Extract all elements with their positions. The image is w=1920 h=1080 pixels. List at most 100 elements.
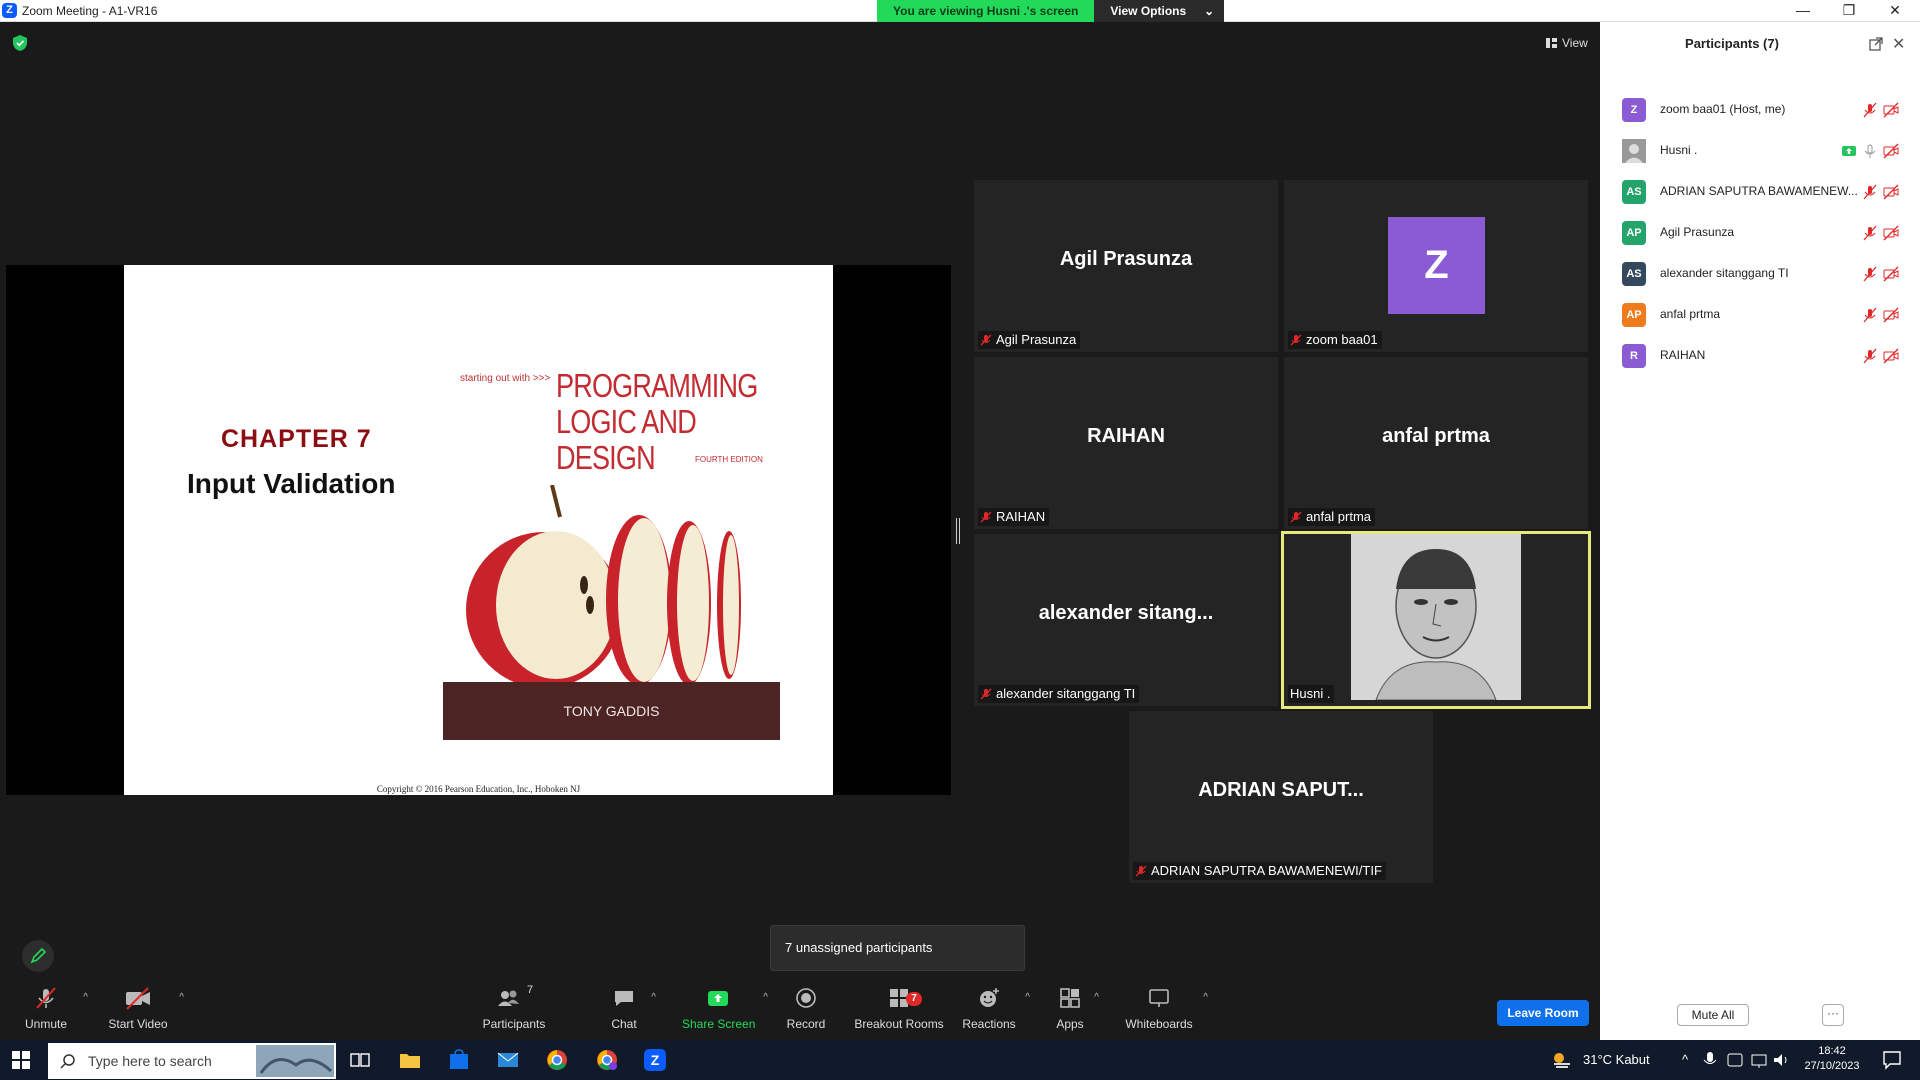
mute-all-button[interactable]: Mute All [1677, 1004, 1749, 1026]
video-off-icon[interactable] [1883, 266, 1899, 282]
tile-label-text: RAIHAN [996, 509, 1046, 524]
video-tile[interactable]: ADRIAN SAPUT... ADRIAN SAPUTRA BAWAMENEW… [1129, 711, 1433, 883]
more-options-button[interactable]: ··· [1822, 1004, 1844, 1026]
grid-view-icon [1546, 38, 1557, 48]
network-icon[interactable] [1750, 1048, 1768, 1072]
shared-screen[interactable]: CHAPTER 7 Input Validation starting out … [6, 265, 951, 795]
clock-date: 27/10/2023 [1804, 1060, 1860, 1072]
chevron-up-icon[interactable]: ^ [179, 992, 184, 1003]
video-tile[interactable]: Z zoom baa01 [1284, 180, 1588, 352]
record-button[interactable]: Record [783, 980, 829, 1040]
participant-row[interactable]: Z zoom baa01 (Host, me) [1600, 89, 1920, 130]
video-tile-active-speaker[interactable]: Husni . [1281, 531, 1591, 709]
mic-muted-icon[interactable] [1862, 225, 1878, 241]
participants-icon [497, 990, 519, 1006]
chevron-up-icon[interactable]: ^ [83, 992, 88, 1003]
split-divider-handle[interactable] [956, 518, 960, 544]
tile-name-label: zoom baa01 [1288, 331, 1382, 349]
tile-avatar: Z [1388, 217, 1485, 314]
mic-icon[interactable] [1862, 143, 1878, 159]
restore-button[interactable]: ❐ [1826, 0, 1872, 22]
unmute-button[interactable]: Unmute ^ [18, 980, 88, 1040]
mic-muted-icon[interactable] [1862, 348, 1878, 364]
video-off-icon[interactable] [1883, 184, 1899, 200]
view-options-button[interactable]: View Options ⌄ [1094, 0, 1225, 22]
close-panel-icon[interactable]: ✕ [1892, 34, 1905, 54]
chat-button[interactable]: Chat ^ [606, 980, 656, 1040]
video-off-icon[interactable] [1883, 143, 1899, 159]
system-clock[interactable]: 18:42 27/10/2023 [1802, 1044, 1862, 1074]
shared-slide: CHAPTER 7 Input Validation starting out … [124, 265, 833, 795]
annotate-pencil-button[interactable] [22, 940, 54, 972]
participant-avatar: R [1622, 344, 1646, 368]
breakout-rooms-button[interactable]: 7 Breakout Rooms [854, 980, 944, 1040]
book-title-line2: LOGIC AND DESIGN [556, 403, 697, 476]
panel-title: Participants (7) [1685, 36, 1779, 51]
mic-muted-icon[interactable] [1862, 266, 1878, 282]
video-tile[interactable]: alexander sitang... alexander sitanggang… [974, 534, 1278, 706]
participant-row[interactable]: Husni . [1600, 130, 1920, 171]
file-explorer-icon[interactable] [398, 1048, 422, 1072]
share-screen-label: Share Screen [682, 1017, 756, 1031]
video-tile[interactable]: anfal prtma anfal prtma [1284, 357, 1588, 529]
tile-label-text: ADRIAN SAPUTRA BAWAMENEWI/TIF [1151, 863, 1382, 878]
chevron-up-icon[interactable]: ^ [763, 992, 768, 1003]
microphone-tray-icon[interactable] [1701, 1048, 1719, 1072]
windows-start-icon[interactable] [12, 1051, 30, 1069]
video-tile[interactable]: RAIHAN RAIHAN [974, 357, 1278, 529]
search-highlight-image [256, 1045, 334, 1077]
book-title-line1: PROGRAMMING [556, 367, 758, 404]
video-off-icon[interactable] [1883, 102, 1899, 118]
title-bar: Z Zoom Meeting - A1-VR16 You are viewing… [0, 0, 1920, 22]
participant-row[interactable]: AS ADRIAN SAPUTRA BAWAMENEW... [1600, 171, 1920, 212]
chevron-up-icon[interactable]: ^ [1094, 992, 1099, 1003]
chrome-icon[interactable] [545, 1048, 569, 1072]
taskbar-search-box[interactable]: Type here to search [48, 1043, 336, 1079]
mail-icon[interactable] [496, 1048, 520, 1072]
search-icon [60, 1054, 75, 1069]
chevron-up-icon[interactable]: ^ [1682, 1052, 1688, 1067]
participant-row[interactable]: AP Agil Prasunza [1600, 212, 1920, 253]
video-tile[interactable]: Agil Prasunza Agil Prasunza [974, 180, 1278, 352]
participants-button[interactable]: 7 Participants [480, 980, 548, 1040]
chevron-up-icon[interactable]: ^ [1025, 992, 1030, 1003]
video-off-icon[interactable] [1883, 348, 1899, 364]
leave-room-button[interactable]: Leave Room [1497, 1000, 1589, 1026]
chevron-up-icon[interactable]: ^ [651, 992, 656, 1003]
tile-label-text: alexander sitanggang TI [996, 686, 1136, 701]
zoom-taskbar-icon[interactable]: Z [643, 1048, 667, 1072]
chat-icon [615, 991, 633, 1006]
participants-count: 7 [526, 984, 534, 996]
mic-muted-icon[interactable] [1862, 307, 1878, 323]
zoom-tray-icon[interactable] [1726, 1048, 1744, 1072]
reactions-button[interactable]: Reactions ^ [962, 980, 1030, 1040]
encryption-shield-icon[interactable] [12, 34, 28, 52]
mic-muted-icon[interactable] [1862, 184, 1878, 200]
chrome-profile-icon[interactable] [595, 1048, 619, 1072]
pop-out-icon[interactable] [1869, 37, 1883, 51]
microsoft-store-icon[interactable] [447, 1048, 471, 1072]
apps-button[interactable]: Apps ^ [1055, 980, 1099, 1040]
video-off-icon[interactable] [1883, 307, 1899, 323]
notifications-icon[interactable] [1880, 1048, 1904, 1072]
chat-label: Chat [611, 1017, 637, 1031]
participant-row[interactable]: AP anfal prtma [1600, 294, 1920, 335]
volume-icon[interactable] [1772, 1048, 1790, 1072]
window-title: Zoom Meeting - A1-VR16 [22, 4, 158, 18]
view-button-label: View [1562, 36, 1588, 50]
start-video-button[interactable]: Start Video ^ [106, 980, 184, 1040]
participant-row[interactable]: AS alexander sitanggang TI [1600, 253, 1920, 294]
viewing-banner: You are viewing Husni .'s screen View Op… [877, 0, 1225, 22]
whiteboards-button[interactable]: Whiteboards ^ [1124, 980, 1208, 1040]
close-window-button[interactable]: ✕ [1872, 0, 1918, 22]
weather-text[interactable]: 31°C Kabut [1583, 1052, 1650, 1067]
chevron-up-icon[interactable]: ^ [1203, 992, 1208, 1003]
share-screen-button[interactable]: Share Screen ^ [682, 980, 768, 1040]
view-button[interactable]: View [1538, 32, 1596, 54]
mic-muted-icon[interactable] [1862, 102, 1878, 118]
weather-icon[interactable] [1550, 1048, 1574, 1072]
video-off-icon[interactable] [1883, 225, 1899, 241]
participant-row[interactable]: R RAIHAN [1600, 335, 1920, 376]
task-view-icon[interactable] [348, 1048, 372, 1072]
minimize-button[interactable]: — [1780, 0, 1826, 22]
